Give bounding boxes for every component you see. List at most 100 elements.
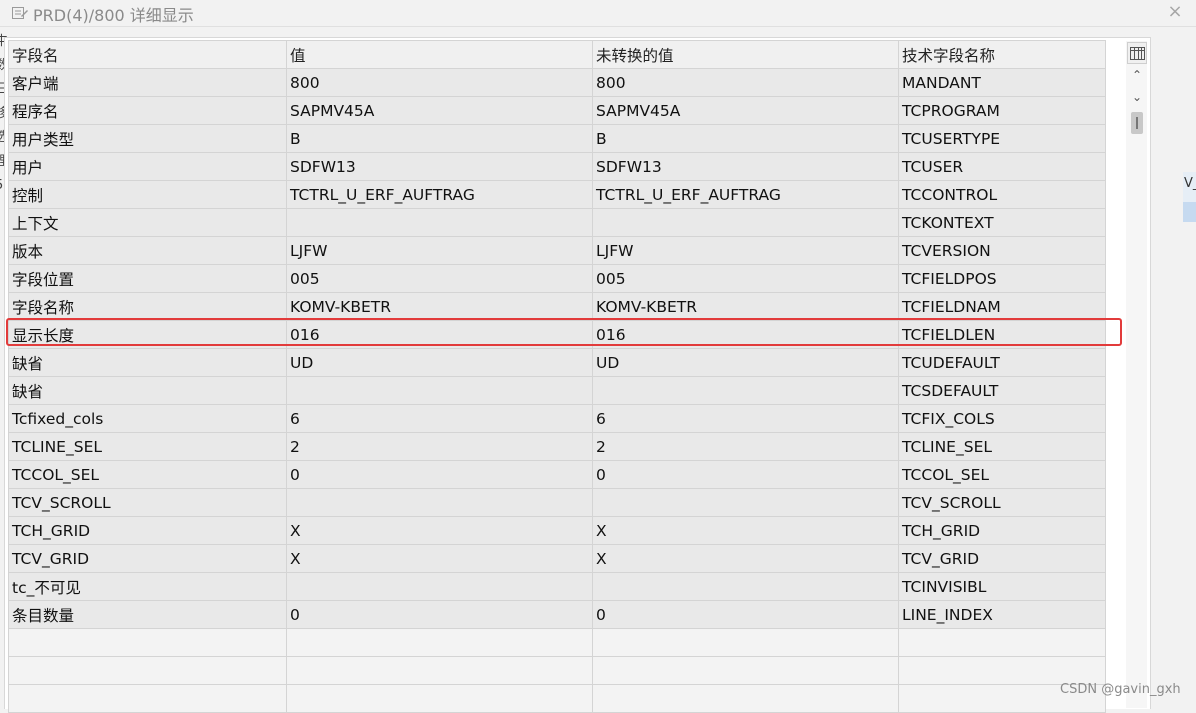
column-header-field-name[interactable]: 字段名 [8, 40, 287, 69]
cell-field-name[interactable]: 缺省 [8, 376, 287, 405]
cell-unconverted-value[interactable]: 0 [592, 460, 899, 489]
cell-field-name[interactable]: 版本 [8, 236, 287, 265]
cell-unconverted-value[interactable]: 2 [592, 432, 899, 461]
cell-technical-name[interactable]: LINE_INDEX [898, 600, 1106, 629]
cell-unconverted-value[interactable]: TCTRL_U_ERF_AUFTRAG [592, 180, 899, 209]
cell-field-name[interactable]: 显示长度 [8, 320, 287, 349]
cell-field-name[interactable]: TCLINE_SEL [8, 432, 287, 461]
cell-unconverted-value[interactable]: B [592, 124, 899, 153]
cell-unconverted-value[interactable]: X [592, 544, 899, 573]
cell-technical-name[interactable]: TCUSERTYPE [898, 124, 1106, 153]
cell-field-name[interactable]: 字段名称 [8, 292, 287, 321]
cell-technical-name[interactable]: TCINVISIBL [898, 572, 1106, 601]
cell-unconverted-value[interactable]: 0 [592, 600, 899, 629]
cell-technical-name[interactable]: TCCOL_SEL [898, 460, 1106, 489]
cell-field-name[interactable]: 字段位置 [8, 264, 287, 293]
table-row[interactable]: 显示长度 016 016 TCFIELDLEN [8, 320, 1106, 349]
cell-field-name[interactable]: 缺省 [8, 348, 287, 377]
column-header-value[interactable]: 值 [286, 40, 593, 69]
table-row[interactable]: 控制 TCTRL_U_ERF_AUFTRAG TCTRL_U_ERF_AUFTRAG… [8, 180, 1106, 209]
table-row[interactable]: 用户 SDFW13 SDFW13 TCUSER [8, 152, 1106, 181]
cell-field-name[interactable]: TCH_GRID [8, 516, 287, 545]
table-row[interactable]: 版本 LJFW LJFW TCVERSION [8, 236, 1106, 265]
cell-technical-name[interactable]: TCUSER [898, 152, 1106, 181]
cell-field-name[interactable]: 用户类型 [8, 124, 287, 153]
cell-unconverted-value[interactable] [592, 208, 899, 237]
cell-value[interactable]: 6 [286, 404, 593, 433]
cell-value[interactable] [286, 376, 593, 405]
cell-field-name[interactable]: Tcfixed_cols [8, 404, 287, 433]
cell-unconverted-value[interactable]: 016 [592, 320, 899, 349]
cell-unconverted-value[interactable] [592, 572, 899, 601]
cell-technical-name[interactable]: TCV_SCROLL [898, 488, 1106, 517]
cell-value[interactable] [286, 488, 593, 517]
table-row[interactable]: 上下文 TCKONTEXT [8, 208, 1106, 237]
cell-technical-name[interactable]: TCV_GRID [898, 544, 1106, 573]
cell-value[interactable]: LJFW [286, 236, 593, 265]
table-row[interactable]: 程序名 SAPMV45A SAPMV45A TCPROGRAM [8, 96, 1106, 125]
cell-technical-name[interactable]: TCSDEFAULT [898, 376, 1106, 405]
table-row[interactable]: 缺省 UD UD TCUDEFAULT [8, 348, 1106, 377]
cell-technical-name[interactable]: TCH_GRID [898, 516, 1106, 545]
table-row[interactable]: TCV_GRID X X TCV_GRID [8, 544, 1106, 573]
table-row[interactable]: 客户端 800 800 MANDANT [8, 68, 1106, 97]
cell-unconverted-value[interactable]: LJFW [592, 236, 899, 265]
cell-unconverted-value[interactable]: X [592, 516, 899, 545]
cell-technical-name[interactable]: MANDANT [898, 68, 1106, 97]
table-row[interactable]: 缺省 TCSDEFAULT [8, 376, 1106, 405]
cell-value[interactable]: 016 [286, 320, 593, 349]
cell-field-name[interactable]: 程序名 [8, 96, 287, 125]
cell-value[interactable]: 0 [286, 460, 593, 489]
cell-technical-name[interactable]: TCFIELDPOS [898, 264, 1106, 293]
chevron-up-icon[interactable]: ⌃ [1130, 68, 1144, 84]
cell-value[interactable] [286, 208, 593, 237]
cell-unconverted-value[interactable]: SDFW13 [592, 152, 899, 181]
cell-field-name[interactable]: TCV_SCROLL [8, 488, 287, 517]
cell-field-name[interactable]: TCV_GRID [8, 544, 287, 573]
cell-unconverted-value[interactable]: KOMV-KBETR [592, 292, 899, 321]
cell-value[interactable]: TCTRL_U_ERF_AUFTRAG [286, 180, 593, 209]
table-row[interactable]: TCLINE_SEL 2 2 TCLINE_SEL [8, 432, 1106, 461]
cell-field-name[interactable]: 控制 [8, 180, 287, 209]
cell-value[interactable] [286, 572, 593, 601]
cell-unconverted-value[interactable]: 6 [592, 404, 899, 433]
cell-field-name[interactable]: 条目数量 [8, 600, 287, 629]
table-row[interactable]: 字段名称 KOMV-KBETR KOMV-KBETR TCFIELDNAM [8, 292, 1106, 321]
cell-unconverted-value[interactable] [592, 376, 899, 405]
cell-value[interactable]: X [286, 544, 593, 573]
table-row[interactable]: Tcfixed_cols 6 6 TCFIX_COLS [8, 404, 1106, 433]
cell-field-name[interactable]: TCCOL_SEL [8, 460, 287, 489]
cell-value[interactable]: X [286, 516, 593, 545]
table-row[interactable]: TCV_SCROLL TCV_SCROLL [8, 488, 1106, 517]
cell-technical-name[interactable]: TCLINE_SEL [898, 432, 1106, 461]
chevron-down-icon[interactable]: ⌄ [1130, 90, 1144, 106]
cell-unconverted-value[interactable]: SAPMV45A [592, 96, 899, 125]
cell-technical-name[interactable]: TCKONTEXT [898, 208, 1106, 237]
close-icon[interactable]: × [1164, 1, 1186, 23]
cell-unconverted-value[interactable]: 800 [592, 68, 899, 97]
cell-value[interactable]: 800 [286, 68, 593, 97]
cell-unconverted-value[interactable]: UD [592, 348, 899, 377]
cell-technical-name[interactable]: TCVERSION [898, 236, 1106, 265]
cell-value[interactable]: 0 [286, 600, 593, 629]
cell-field-name[interactable]: 客户端 [8, 68, 287, 97]
cell-technical-name[interactable]: TCFIX_COLS [898, 404, 1106, 433]
cell-value[interactable]: SAPMV45A [286, 96, 593, 125]
cell-unconverted-value[interactable] [592, 488, 899, 517]
table-row[interactable]: 条目数量 0 0 LINE_INDEX [8, 600, 1106, 629]
cell-value[interactable]: 2 [286, 432, 593, 461]
cell-value[interactable]: KOMV-KBETR [286, 292, 593, 321]
cell-field-name[interactable]: 用户 [8, 152, 287, 181]
cell-value[interactable]: UD [286, 348, 593, 377]
cell-technical-name[interactable]: TCCONTROL [898, 180, 1106, 209]
cell-technical-name[interactable]: TCFIELDLEN [898, 320, 1106, 349]
cell-technical-name[interactable]: TCFIELDNAM [898, 292, 1106, 321]
table-settings-icon[interactable] [1127, 42, 1147, 64]
cell-field-name[interactable]: 上下文 [8, 208, 287, 237]
cell-value[interactable]: 005 [286, 264, 593, 293]
table-row[interactable]: TCH_GRID X X TCH_GRID [8, 516, 1106, 545]
table-row[interactable]: tc_不可见 TCINVISIBL [8, 572, 1106, 601]
cell-value[interactable]: B [286, 124, 593, 153]
cell-technical-name[interactable]: TCPROGRAM [898, 96, 1106, 125]
table-row[interactable]: 字段位置 005 005 TCFIELDPOS [8, 264, 1106, 293]
